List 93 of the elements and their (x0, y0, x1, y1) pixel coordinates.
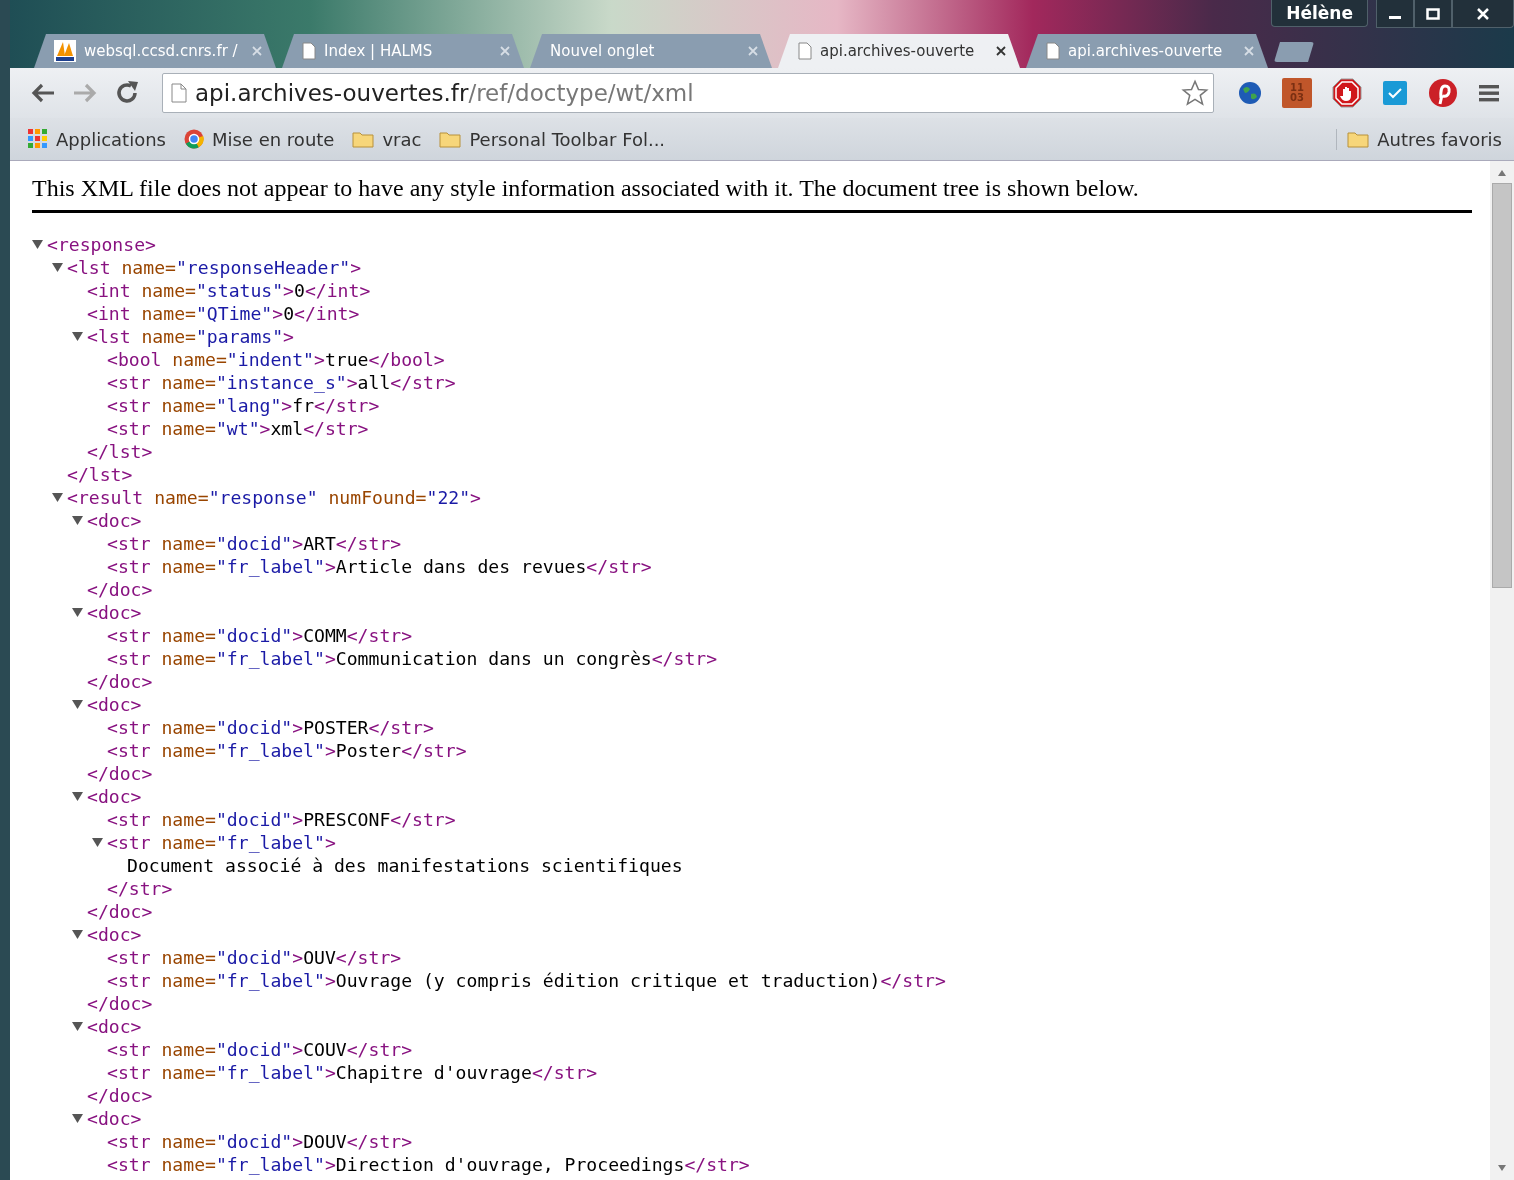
bookmark-item[interactable]: vrac (352, 128, 422, 150)
xml-line: </doc> (87, 1085, 153, 1106)
profile-name[interactable]: Hélène (1271, 0, 1368, 27)
xml-line: <doc> (87, 786, 142, 807)
back-icon[interactable] (30, 82, 56, 104)
xml-line: <str name="docid">POSTER</str> (107, 717, 434, 738)
address-bar[interactable]: api.archives-ouvertes.fr/ref/doctype/wt/xml (162, 73, 1214, 113)
xml-line: <str name="instance_s">all</str> (107, 372, 456, 393)
xml-line: </str> (107, 878, 173, 899)
xml-line: <str name="fr_label">Ouvrage (y compris édition critique et traduction)</str> (107, 970, 946, 991)
xml-line: <int name="status">0</int> (87, 280, 371, 301)
xml-line: <str name="fr_label"> (107, 832, 336, 853)
expand-toggle-icon[interactable] (72, 1021, 83, 1032)
stop-hand-icon[interactable] (1332, 78, 1362, 108)
expand-toggle-icon[interactable] (72, 607, 83, 618)
bookmark-item[interactable]: Applications (28, 128, 166, 150)
xml-line: <doc> (87, 694, 142, 715)
expand-toggle-icon[interactable] (52, 492, 63, 503)
expand-toggle-icon[interactable] (32, 239, 43, 250)
scroll-down-icon[interactable] (1497, 1164, 1507, 1172)
xml-line: <result name="response" numFound="22"> (67, 487, 481, 508)
xml-line: </doc> (87, 579, 153, 600)
expand-toggle-icon[interactable] (72, 791, 83, 802)
expand-toggle-icon[interactable] (72, 331, 83, 342)
xml-line: <str name="docid">COUV</str> (107, 1039, 413, 1060)
expand-toggle-icon[interactable] (72, 515, 83, 526)
expand-toggle-icon[interactable] (72, 929, 83, 940)
xml-line: <str name="fr_label">Communication dans un congrès</str> (107, 648, 718, 669)
menu-icon[interactable] (1478, 82, 1500, 104)
new-tab-button[interactable] (1274, 42, 1314, 62)
xml-line: <str name="fr_label">Article dans des revues</str> (107, 556, 652, 577)
browser-logo-icon (183, 129, 204, 149)
xml-line: <doc> (87, 1108, 142, 1129)
xml-line: <str name="lang">fr</str> (107, 395, 380, 416)
xml-line: <str name="docid">COMM</str> (107, 625, 413, 646)
xml-line: </doc> (87, 993, 153, 1014)
minimize-button[interactable] (1376, 0, 1414, 28)
xml-line: <bool name="indent">true</bool> (107, 349, 445, 370)
folder-icon (1347, 130, 1370, 148)
style-notice: This XML file does not appear to have any style information associated with it. The document tree is shown below. (32, 175, 1472, 213)
checkbox-icon[interactable] (1382, 80, 1408, 106)
pin-logo-icon[interactable] (1428, 78, 1458, 108)
xml-line: </doc> (87, 763, 153, 784)
xml-line: <str name="docid">PRESCONF</str> (107, 809, 456, 830)
page-icon (1046, 42, 1060, 60)
scrollbar[interactable] (1490, 161, 1514, 1180)
xml-line: <lst name="params"> (87, 326, 294, 347)
minimize-icon (1389, 16, 1401, 19)
close-button[interactable] (1452, 0, 1514, 28)
scrollbar-thumb[interactable] (1492, 183, 1512, 588)
folder-icon (352, 130, 375, 148)
bookmark-item[interactable]: Autres favoris (1336, 128, 1502, 150)
xml-line: <doc> (87, 924, 142, 945)
page-icon (171, 83, 187, 103)
globe-icon[interactable] (1238, 81, 1262, 105)
expand-toggle-icon[interactable] (52, 262, 63, 273)
xml-line: <lst name="responseHeader"> (67, 257, 362, 278)
xml-line: <str name="docid">ART</str> (107, 533, 402, 554)
xml-line: <str name="docid">OUV</str> (107, 947, 402, 968)
page-icon (798, 42, 812, 60)
close-tab-icon[interactable] (996, 46, 1006, 56)
folder-icon (439, 130, 462, 148)
xml-line: </lst> (67, 464, 133, 485)
site-logo-icon (54, 40, 76, 62)
xml-line: <str name="wt">xml</str> (107, 418, 369, 439)
expand-toggle-icon[interactable] (72, 699, 83, 710)
xml-line: </lst> (87, 441, 153, 462)
expand-toggle-icon[interactable] (72, 1113, 83, 1124)
expand-toggle-icon[interactable] (92, 837, 103, 848)
xml-line: <doc> (87, 510, 142, 531)
scroll-up-icon[interactable] (1497, 169, 1507, 177)
apps-grid-icon (28, 129, 48, 149)
xml-line: </doc> (87, 671, 153, 692)
bookmark-star-icon[interactable] (1181, 79, 1209, 107)
xml-line: <str name="fr_label">Chapitre d'ouvrage</str> (107, 1062, 598, 1083)
xml-line: <response> (47, 234, 156, 255)
maximize-button[interactable] (1414, 0, 1452, 28)
browser-tab[interactable]: api.archives-ouverte (778, 34, 1020, 68)
xml-line: <doc> (87, 602, 142, 623)
page-icon (302, 42, 316, 60)
maximize-icon (1426, 7, 1440, 20)
xml-line: <doc> (87, 1016, 142, 1037)
close-icon (1476, 7, 1490, 20)
xml-line: Document associé à des manifestations scientifiques (127, 855, 683, 876)
xml-line: <str name="fr_label">Poster</str> (107, 740, 467, 761)
reload-icon[interactable] (114, 80, 140, 106)
xml-line: <str name="docid">DOUV</str> (107, 1131, 413, 1152)
xml-line: <int name="QTime">0</int> (87, 303, 360, 324)
xml-line: <str name="fr_label">Direction d'ouvrage, Proceedings</str> (107, 1154, 750, 1175)
bookmark-item[interactable]: Personal Toolbar Fol... (439, 128, 666, 150)
url-text: api.archives-ouvertes.fr/ref/doctype/wt/xml (195, 80, 695, 106)
bookmark-item[interactable]: Mise en route (183, 128, 335, 150)
xml-line: </doc> (87, 901, 153, 922)
